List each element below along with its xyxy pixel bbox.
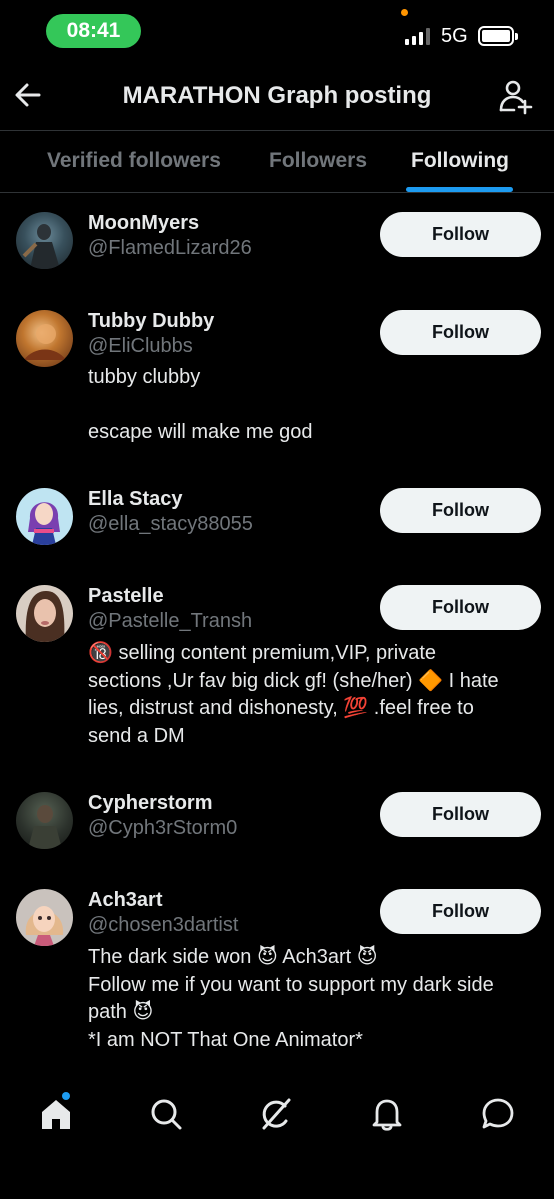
page-title: MARATHON Graph posting bbox=[122, 82, 432, 109]
avatar-image bbox=[24, 324, 66, 360]
grok-icon bbox=[262, 1098, 291, 1130]
active-tab-indicator bbox=[406, 187, 513, 192]
avatar-image bbox=[28, 805, 62, 849]
user-handle[interactable]: @EliClubbs bbox=[88, 335, 193, 358]
avatar[interactable] bbox=[16, 310, 73, 367]
tab-verified-followers[interactable]: Verified followers bbox=[47, 149, 221, 173]
tab-followers[interactable]: Followers bbox=[269, 149, 367, 173]
nav-search[interactable] bbox=[148, 1096, 184, 1132]
avatar-image bbox=[25, 591, 65, 642]
messages-icon bbox=[482, 1098, 514, 1129]
user-bio: The dark side won 😈 Ach3art 😈 Follow me … bbox=[88, 946, 494, 1051]
nav-grok[interactable] bbox=[258, 1096, 294, 1132]
nav-home[interactable] bbox=[38, 1096, 74, 1132]
user-name[interactable]: Ach3art bbox=[88, 889, 162, 912]
signal-icon bbox=[405, 27, 430, 45]
battery-icon bbox=[478, 26, 518, 46]
user-name[interactable]: Ella Stacy bbox=[88, 488, 183, 511]
user-handle[interactable]: @FlamedLizard26 bbox=[88, 237, 252, 260]
user-bio: 🔞 selling content premium,VIP, private s… bbox=[88, 642, 499, 747]
search-icon bbox=[151, 1099, 182, 1130]
avatar-image bbox=[22, 224, 60, 269]
follow-button[interactable]: Follow bbox=[380, 585, 541, 630]
avatar-image bbox=[25, 906, 64, 946]
status-bar: 08:41 5G bbox=[0, 0, 554, 62]
avatar[interactable] bbox=[16, 792, 73, 849]
user-handle[interactable]: @chosen3dartist bbox=[88, 914, 238, 937]
avatar[interactable] bbox=[16, 212, 73, 269]
nav-notifications[interactable] bbox=[369, 1096, 405, 1132]
home-icon bbox=[42, 1100, 70, 1129]
follow-button[interactable]: Follow bbox=[380, 889, 541, 934]
follow-button[interactable]: Follow bbox=[380, 310, 541, 355]
status-time: 08:41 bbox=[46, 14, 141, 48]
follow-button[interactable]: Follow bbox=[380, 488, 541, 533]
tab-following[interactable]: Following bbox=[411, 149, 509, 173]
user-name[interactable]: MoonMyers bbox=[88, 212, 199, 235]
user-handle[interactable]: @Pastelle_Transh bbox=[88, 610, 252, 633]
privacy-indicator bbox=[401, 9, 408, 16]
bottom-nav bbox=[0, 1080, 554, 1150]
header: MARATHON Graph posting bbox=[0, 62, 554, 130]
user-name[interactable]: Pastelle bbox=[88, 585, 164, 608]
bell-icon bbox=[372, 1099, 402, 1131]
add-user-button[interactable] bbox=[496, 78, 536, 118]
avatar[interactable] bbox=[16, 889, 73, 946]
user-bio: tubby clubby escape will make me god bbox=[88, 366, 313, 443]
user-name[interactable]: Tubby Dubby bbox=[88, 310, 214, 333]
avatar-image bbox=[28, 502, 60, 545]
follow-button[interactable]: Follow bbox=[380, 212, 541, 257]
avatar[interactable] bbox=[16, 488, 73, 545]
home-notification-dot bbox=[62, 1092, 70, 1100]
nav-messages[interactable] bbox=[480, 1096, 516, 1132]
avatar[interactable] bbox=[16, 585, 73, 642]
user-handle[interactable]: @Cyph3rStorm0 bbox=[88, 817, 237, 840]
follow-button[interactable]: Follow bbox=[380, 792, 541, 837]
network-label: 5G bbox=[441, 25, 468, 47]
tab-bar: Verified followers Followers Following bbox=[0, 130, 554, 193]
user-name[interactable]: Cypherstorm bbox=[88, 792, 212, 815]
add-user-icon bbox=[499, 80, 533, 115]
user-handle[interactable]: @ella_stacy88055 bbox=[88, 513, 253, 536]
